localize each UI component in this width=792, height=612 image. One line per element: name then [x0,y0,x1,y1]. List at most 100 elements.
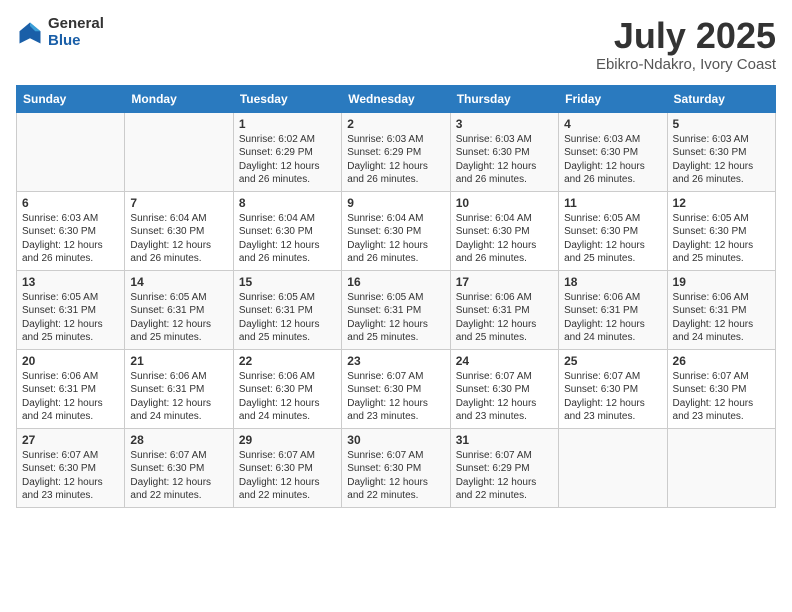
weekday-header-friday: Friday [559,85,667,112]
day-number: 7 [130,196,227,210]
header: General Blue July 2025 Ebikro-Ndakro, Iv… [16,16,776,73]
calendar-cell: 9Sunrise: 6:04 AM Sunset: 6:30 PM Daylig… [342,191,450,270]
day-number: 28 [130,433,227,447]
calendar-cell [17,112,125,191]
day-number: 4 [564,117,661,131]
day-number: 3 [456,117,553,131]
day-number: 27 [22,433,119,447]
day-number: 30 [347,433,444,447]
calendar-cell: 3 Sunrise: 6:03 AM Sunset: 6:30 PM Daylig… [450,112,558,191]
day-info: Sunrise: 6:07 AM Sunset: 6:30 PM Dayligh… [347,449,444,503]
calendar-cell [667,428,775,507]
day-info: Sunrise: 6:05 AM Sunset: 6:31 PM Dayligh… [22,291,119,345]
day-number: 15 [239,275,336,289]
day-number: 9 [347,196,444,210]
day-info: Sunrise: 6:05 AM Sunset: 6:30 PM Dayligh… [673,212,770,266]
weekday-header-thursday: Thursday [450,85,558,112]
calendar-cell: 25 Sunrise: 6:07 AM Sunset: 6:30 PM Dayli… [559,349,667,428]
calendar-cell: 6 Sunrise: 6:03 AM Sunset: 6:30 PM Daylig… [17,191,125,270]
calendar-cell: 4 Sunrise: 6:03 AM Sunset: 6:30 PM Daylig… [559,112,667,191]
weekday-header-monday: Monday [125,85,233,112]
day-info: Sunrise: 6:06 AM Sunset: 6:31 PM Dayligh… [673,291,770,345]
day-number: 17 [456,275,553,289]
day-number: 25 [564,354,661,368]
calendar-cell: 29 Sunrise: 6:07 AM Sunset: 6:30 PM Dayli… [233,428,341,507]
logo: General Blue [16,16,104,49]
day-info: Sunrise: 6:07 AM Sunset: 6:30 PM Dayligh… [130,449,227,503]
day-info: Sunrise: 6:05 AM Sunset: 6:31 PM Dayligh… [239,291,336,345]
calendar-cell: 17 Sunrise: 6:06 AM Sunset: 6:31 PM Dayli… [450,270,558,349]
day-info: Sunrise: 6:07 AM Sunset: 6:30 PM Dayligh… [239,449,336,503]
calendar-cell: 5 Sunrise: 6:03 AM Sunset: 6:30 PM Daylig… [667,112,775,191]
logo-icon [16,19,44,47]
day-info: Sunrise: 6:07 AM Sunset: 6:30 PM Dayligh… [564,370,661,424]
calendar-cell: 2Sunrise: 6:03 AM Sunset: 6:29 PM Daylig… [342,112,450,191]
day-info: Sunrise: 6:07 AM Sunset: 6:30 PM Dayligh… [673,370,770,424]
day-info: Sunrise: 6:07 AM Sunset: 6:30 PM Dayligh… [22,449,119,503]
day-info: Sunrise: 6:03 AM Sunset: 6:30 PM Dayligh… [22,212,119,266]
calendar-week-row: 13 Sunrise: 6:05 AM Sunset: 6:31 PM Dayli… [17,270,776,349]
day-number: 8 [239,196,336,210]
calendar-cell: 15 Sunrise: 6:05 AM Sunset: 6:31 PM Dayli… [233,270,341,349]
calendar-cell: 8 Sunrise: 6:04 AM Sunset: 6:30 PM Daylig… [233,191,341,270]
day-number: 1 [239,117,336,131]
day-info: Sunrise: 6:07 AM Sunset: 6:29 PM Dayligh… [456,449,553,503]
day-info: Sunrise: 6:02 AM Sunset: 6:29 PM Dayligh… [239,133,336,187]
day-info: Sunrise: 6:06 AM Sunset: 6:31 PM Dayligh… [564,291,661,345]
calendar-cell: 24 Sunrise: 6:07 AM Sunset: 6:30 PM Dayli… [450,349,558,428]
weekday-header-tuesday: Tuesday [233,85,341,112]
day-info: Sunrise: 6:03 AM Sunset: 6:30 PM Dayligh… [564,133,661,187]
day-number: 24 [456,354,553,368]
day-number: 2 [347,117,444,131]
day-info: Sunrise: 6:07 AM Sunset: 6:30 PM Dayligh… [456,370,553,424]
calendar-cell: 23 Sunrise: 6:07 AM Sunset: 6:30 PM Dayli… [342,349,450,428]
calendar-cell: 19 Sunrise: 6:06 AM Sunset: 6:31 PM Dayli… [667,270,775,349]
day-number: 19 [673,275,770,289]
logo-general-text: General [48,16,104,33]
weekday-header-wednesday: Wednesday [342,85,450,112]
day-number: 10 [456,196,553,210]
day-info: Sunrise: 6:06 AM Sunset: 6:30 PM Dayligh… [239,370,336,424]
calendar-cell [125,112,233,191]
day-number: 22 [239,354,336,368]
day-info: Sunrise: 6:04 AM Sunset: 6:30 PM Dayligh… [456,212,553,266]
logo-blue-text: Blue [48,33,104,50]
day-info: Sunrise: 6:05 AM Sunset: 6:31 PM Dayligh… [347,291,444,345]
day-info: Sunrise: 6:03 AM Sunset: 6:30 PM Dayligh… [673,133,770,187]
calendar-cell: 18 Sunrise: 6:06 AM Sunset: 6:31 PM Dayli… [559,270,667,349]
calendar-cell: 30 Sunrise: 6:07 AM Sunset: 6:30 PM Dayli… [342,428,450,507]
calendar-cell: 27 Sunrise: 6:07 AM Sunset: 6:30 PM Dayli… [17,428,125,507]
calendar-cell: 7 Sunrise: 6:04 AM Sunset: 6:30 PM Daylig… [125,191,233,270]
day-info: Sunrise: 6:04 AM Sunset: 6:30 PM Dayligh… [130,212,227,266]
day-info: Sunrise: 6:05 AM Sunset: 6:31 PM Dayligh… [130,291,227,345]
calendar-week-row: 27 Sunrise: 6:07 AM Sunset: 6:30 PM Dayli… [17,428,776,507]
day-info: Sunrise: 6:06 AM Sunset: 6:31 PM Dayligh… [130,370,227,424]
day-number: 16 [347,275,444,289]
day-info: Sunrise: 6:07 AM Sunset: 6:30 PM Dayligh… [347,370,444,424]
day-number: 23 [347,354,444,368]
calendar-cell: 22 Sunrise: 6:06 AM Sunset: 6:30 PM Dayli… [233,349,341,428]
day-info: Sunrise: 6:03 AM Sunset: 6:30 PM Dayligh… [456,133,553,187]
day-number: 29 [239,433,336,447]
day-info: Sunrise: 6:05 AM Sunset: 6:30 PM Dayligh… [564,212,661,266]
main-title: July 2025 [596,16,776,56]
day-number: 6 [22,196,119,210]
calendar-week-row: 20Sunrise: 6:06 AM Sunset: 6:31 PM Dayli… [17,349,776,428]
day-info: Sunrise: 6:06 AM Sunset: 6:31 PM Dayligh… [456,291,553,345]
weekday-header-saturday: Saturday [667,85,775,112]
calendar-cell [559,428,667,507]
day-number: 12 [673,196,770,210]
calendar-cell: 14Sunrise: 6:05 AM Sunset: 6:31 PM Dayli… [125,270,233,349]
day-info: Sunrise: 6:04 AM Sunset: 6:30 PM Dayligh… [239,212,336,266]
calendar-cell: 20Sunrise: 6:06 AM Sunset: 6:31 PM Dayli… [17,349,125,428]
calendar-week-row: 1 Sunrise: 6:02 AM Sunset: 6:29 PM Daylig… [17,112,776,191]
day-number: 13 [22,275,119,289]
day-info: Sunrise: 6:06 AM Sunset: 6:31 PM Dayligh… [22,370,119,424]
sub-title: Ebikro-Ndakro, Ivory Coast [596,56,776,73]
day-number: 18 [564,275,661,289]
weekday-header-row: SundayMondayTuesdayWednesdayThursdayFrid… [17,85,776,112]
logo-text: General Blue [48,16,104,49]
calendar-cell: 21Sunrise: 6:06 AM Sunset: 6:31 PM Dayli… [125,349,233,428]
weekday-header-sunday: Sunday [17,85,125,112]
day-number: 5 [673,117,770,131]
